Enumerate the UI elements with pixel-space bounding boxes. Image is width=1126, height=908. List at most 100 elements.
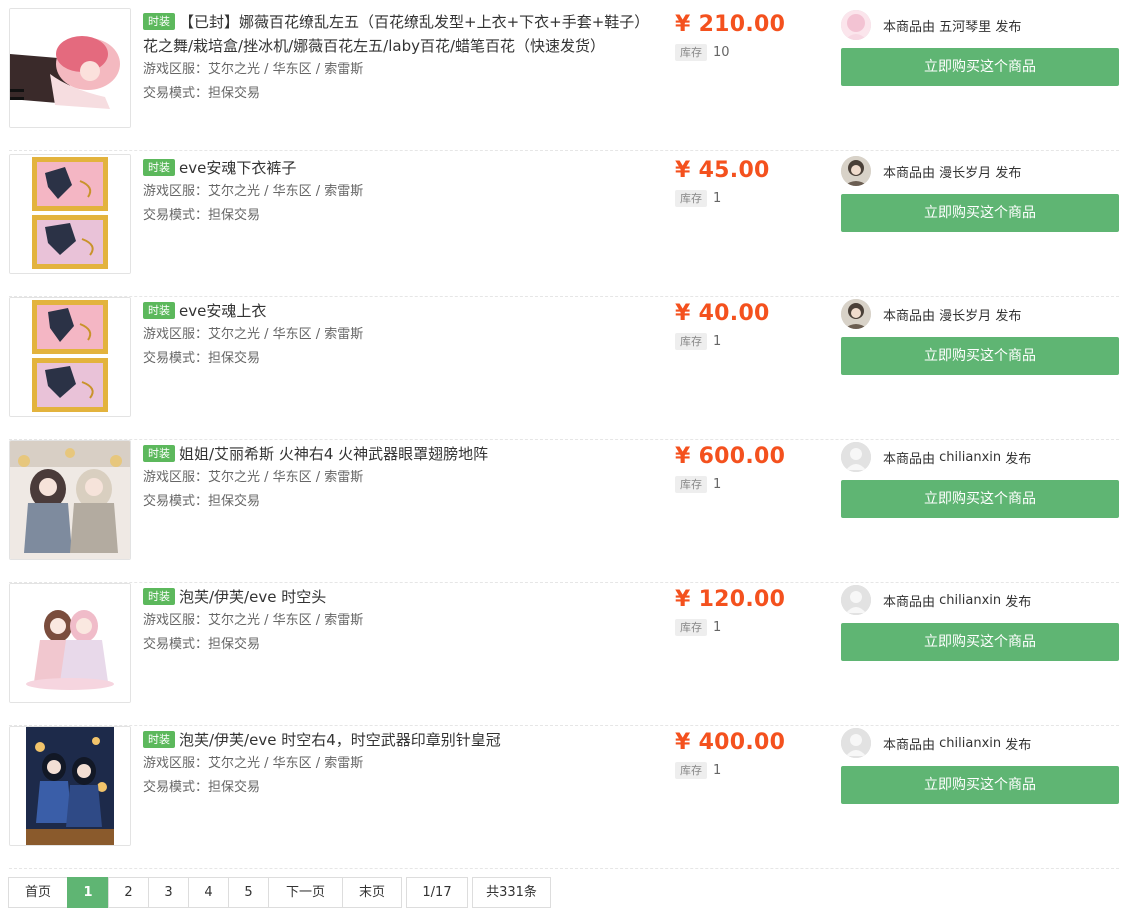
stock: 库存 1: [675, 762, 721, 780]
seller-avatar-image: [841, 299, 871, 329]
product-title[interactable]: eve安魂上衣: [179, 302, 266, 320]
trade-mode-line: 交易模式：担保交易: [143, 204, 643, 228]
buy-button[interactable]: 立即购买这个商品: [841, 337, 1119, 375]
seller-suffix: 发布: [1005, 594, 1032, 610]
product-thumbnail[interactable]: [9, 583, 131, 703]
seller-suffix: 发布: [995, 308, 1022, 324]
page-button-2[interactable]: 2: [108, 877, 149, 908]
category-tag: 时装: [143, 13, 175, 30]
product-thumbnail[interactable]: [9, 440, 131, 560]
buy-button[interactable]: 立即购买这个商品: [841, 48, 1119, 86]
stock: 库存 10: [675, 44, 730, 62]
buy-button[interactable]: 立即购买这个商品: [841, 766, 1119, 804]
page-button-4[interactable]: 4: [188, 877, 229, 908]
server-value: 艾尔之光 / 华东区 / 索雷斯: [208, 470, 364, 485]
product-info: 时装 泡芙/伊芙/eve 时空右4，时空武器印章别针皇冠 游戏区服：艾尔之光 / …: [143, 728, 643, 800]
product-title-line[interactable]: 时装 泡芙/伊芙/eve 时空右4，时空武器印章别针皇冠: [143, 728, 643, 752]
category-tag: 时装: [143, 731, 175, 748]
category-tag: 时装: [143, 445, 175, 462]
seller-name[interactable]: chilianxin: [939, 450, 1001, 465]
product-info: 时装 泡芙/伊芙/eve 时空头 游戏区服：艾尔之光 / 华东区 / 索雷斯 交易…: [143, 585, 643, 657]
page-button-3[interactable]: 3: [148, 877, 189, 908]
buy-button[interactable]: 立即购买这个商品: [841, 623, 1119, 661]
seller-name[interactable]: 漫长岁月: [939, 305, 991, 324]
product-title-line[interactable]: 时装 eve安魂下衣裤子: [143, 156, 643, 180]
stock-label: 库存: [675, 762, 707, 779]
server-line: 游戏区服：艾尔之光 / 华东区 / 索雷斯: [143, 323, 643, 347]
row-divider: [9, 150, 1119, 151]
server-value: 艾尔之光 / 华东区 / 索雷斯: [208, 756, 364, 771]
seller-prefix: 本商品由: [883, 165, 936, 181]
stock-label: 库存: [675, 190, 707, 207]
page-button-1[interactable]: 1: [67, 877, 109, 908]
server-label: 游戏区服：: [143, 756, 209, 771]
seller-name[interactable]: 五河琴里: [939, 16, 991, 35]
pagination: 首页 1 2 3 4 5 下一页 末页 1/17 共331条: [8, 877, 551, 908]
server-value: 艾尔之光 / 华东区 / 索雷斯: [208, 327, 364, 342]
anime-character-image: [10, 9, 130, 127]
product-thumbnail[interactable]: [9, 297, 131, 417]
default-avatar-icon: [841, 442, 871, 472]
server-line: 游戏区服：艾尔之光 / 华东区 / 索雷斯: [143, 752, 643, 776]
first-page-button[interactable]: 首页: [8, 877, 68, 908]
product-title-line[interactable]: 时装 姐姐/艾丽希斯 火神右4 火神武器眼罩翅膀地阵: [143, 442, 643, 466]
product-item: 时装 泡芙/伊芙/eve 时空右4，时空武器印章别针皇冠 游戏区服：艾尔之光 / …: [9, 726, 1119, 869]
seller-suffix: 发布: [995, 165, 1022, 181]
product-title[interactable]: 【已封】娜薇百花缭乱左五（百花缭乱发型+上衣+下衣+手套+鞋子）花之舞/栽培盒/…: [143, 13, 642, 55]
server-line: 游戏区服：艾尔之光 / 华东区 / 索雷斯: [143, 466, 643, 490]
last-page-button[interactable]: 末页: [342, 877, 402, 908]
product-title[interactable]: 泡芙/伊芙/eve 时空右4，时空武器印章别针皇冠: [179, 731, 501, 749]
trade-mode-label: 交易模式：: [143, 86, 209, 101]
default-avatar-icon[interactable]: [841, 442, 871, 472]
buy-button[interactable]: 立即购买这个商品: [841, 480, 1119, 518]
stock-value: 1: [713, 620, 722, 635]
page-button-5[interactable]: 5: [228, 877, 269, 908]
default-avatar-icon[interactable]: [841, 728, 871, 758]
stock-label: 库存: [675, 476, 707, 493]
stock-value: 1: [713, 191, 722, 206]
avatar[interactable]: [841, 299, 871, 329]
seller-name[interactable]: chilianxin: [939, 593, 1001, 608]
trade-mode-label: 交易模式：: [143, 780, 209, 795]
product-title-line[interactable]: 时装 【已封】娜薇百花缭乱左五（百花缭乱发型+上衣+下衣+手套+鞋子）花之舞/栽培…: [143, 10, 643, 58]
stock-value: 1: [713, 334, 722, 349]
product-item: 时装 eve安魂上衣 游戏区服：艾尔之光 / 华东区 / 索雷斯 交易模式：担保交…: [9, 297, 1119, 440]
product-thumbnail[interactable]: [9, 154, 131, 274]
product-thumbnail[interactable]: [9, 726, 131, 846]
price: ¥ 210.00: [675, 12, 786, 37]
price: ¥ 600.00: [675, 444, 786, 469]
seller-name[interactable]: chilianxin: [939, 736, 1001, 751]
seller-info: 本商品由 chilianxin 发布: [841, 442, 1031, 472]
stock: 库存 1: [675, 619, 721, 637]
anime-character-image: [10, 441, 130, 559]
product-thumbnail[interactable]: [9, 8, 131, 128]
trade-mode-value: 担保交易: [208, 494, 261, 509]
next-page-button[interactable]: 下一页: [268, 877, 343, 908]
seller-prefix: 本商品由: [883, 451, 936, 467]
avatar[interactable]: [841, 10, 871, 40]
product-title[interactable]: 泡芙/伊芙/eve 时空头: [179, 588, 326, 606]
buy-button[interactable]: 立即购买这个商品: [841, 194, 1119, 232]
product-title-line[interactable]: 时装 eve安魂上衣: [143, 299, 643, 323]
server-line: 游戏区服：艾尔之光 / 华东区 / 索雷斯: [143, 180, 643, 204]
product-title[interactable]: 姐姐/艾丽希斯 火神右4 火神武器眼罩翅膀地阵: [179, 445, 488, 463]
product-title-line[interactable]: 时装 泡芙/伊芙/eve 时空头: [143, 585, 643, 609]
seller-info: 本商品由 漫长岁月 发布: [841, 156, 1021, 186]
anime-character-image: [10, 584, 130, 702]
seller-name[interactable]: 漫长岁月: [939, 162, 991, 181]
default-avatar-icon[interactable]: [841, 585, 871, 615]
stock-label: 库存: [675, 44, 707, 61]
category-tag: 时装: [143, 159, 175, 176]
trade-mode-line: 交易模式：担保交易: [143, 347, 643, 371]
seller-prefix: 本商品由: [883, 19, 936, 35]
stock: 库存 1: [675, 476, 721, 494]
server-line: 游戏区服：艾尔之光 / 华东区 / 索雷斯: [143, 609, 643, 633]
avatar[interactable]: [841, 156, 871, 186]
trade-mode-line: 交易模式：担保交易: [143, 490, 643, 514]
server-value: 艾尔之光 / 华东区 / 索雷斯: [208, 184, 364, 199]
product-title[interactable]: eve安魂下衣裤子: [179, 159, 296, 177]
total-count: 共331条: [472, 877, 551, 908]
page-position: 1/17: [406, 877, 468, 908]
product-info: 时装 姐姐/艾丽希斯 火神右4 火神武器眼罩翅膀地阵 游戏区服：艾尔之光 / 华东…: [143, 442, 643, 514]
trade-mode-line: 交易模式：担保交易: [143, 776, 643, 800]
